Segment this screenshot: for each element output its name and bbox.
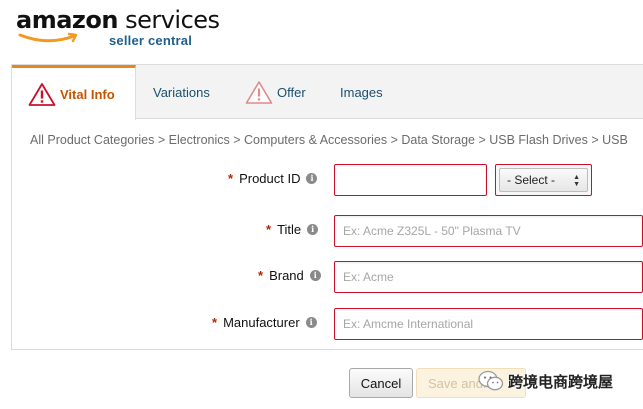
required-marker: *	[228, 171, 234, 186]
watermark-text: 跨境电商跨境屋	[508, 372, 614, 391]
title-label-text: Title	[277, 222, 302, 237]
product-id-label: * Product ID i	[228, 171, 318, 186]
product-id-type-select[interactable]: - Select - ▲ ▼	[495, 164, 592, 196]
tab-label: Images	[340, 84, 383, 100]
logo-wordmark: amazon services	[16, 6, 220, 34]
manufacturer-input[interactable]	[334, 308, 643, 340]
tab-vital-info[interactable]: Vital Info	[12, 65, 136, 120]
cancel-button[interactable]: Cancel	[349, 368, 413, 398]
amazon-smile-icon	[18, 32, 78, 43]
tab-label: Vital Info	[60, 86, 115, 102]
product-id-label-text: Product ID	[239, 171, 301, 186]
updown-arrows-icon: ▲ ▼	[573, 174, 580, 188]
tab-bar: Vital Info Variations Offer Images	[12, 65, 643, 120]
tab-variations[interactable]: Variations	[153, 65, 210, 119]
tab-label: Offer	[277, 84, 306, 100]
product-id-input[interactable]	[334, 164, 487, 196]
required-marker: *	[266, 222, 272, 237]
brand-input[interactable]	[334, 261, 643, 293]
wechat-logo-icon	[478, 370, 504, 391]
tab-offer[interactable]: Offer	[245, 65, 306, 119]
required-marker: *	[212, 315, 218, 330]
warning-icon	[28, 82, 56, 106]
info-icon[interactable]: i	[305, 317, 317, 328]
manufacturer-label: * Manufacturer i	[212, 315, 317, 330]
title-input[interactable]	[334, 215, 643, 247]
logo-brand-rest: services	[117, 6, 220, 34]
brand-label-text: Brand	[269, 268, 304, 283]
category-breadcrumb[interactable]: All Product Categories > Electronics > C…	[30, 133, 628, 147]
brand-label: * Brand i	[258, 268, 321, 283]
select-button[interactable]: - Select - ▲ ▼	[499, 168, 588, 192]
required-marker: *	[258, 268, 264, 283]
info-icon[interactable]: i	[309, 270, 321, 281]
info-icon[interactable]: i	[307, 224, 319, 235]
select-value: - Select -	[507, 173, 556, 187]
amazon-services-logo[interactable]: amazon services seller central	[16, 6, 220, 50]
title-label: * Title i	[266, 222, 319, 237]
logo-subtitle: seller central	[109, 33, 193, 48]
wechat-watermark: 跨境电商跨境屋	[478, 368, 613, 394]
tab-images[interactable]: Images	[340, 65, 383, 119]
logo-brand-bold: amazon	[16, 6, 118, 34]
info-icon[interactable]: i	[306, 173, 318, 184]
warning-icon	[245, 80, 273, 104]
tab-label: Variations	[153, 84, 210, 100]
manufacturer-label-text: Manufacturer	[223, 315, 300, 330]
